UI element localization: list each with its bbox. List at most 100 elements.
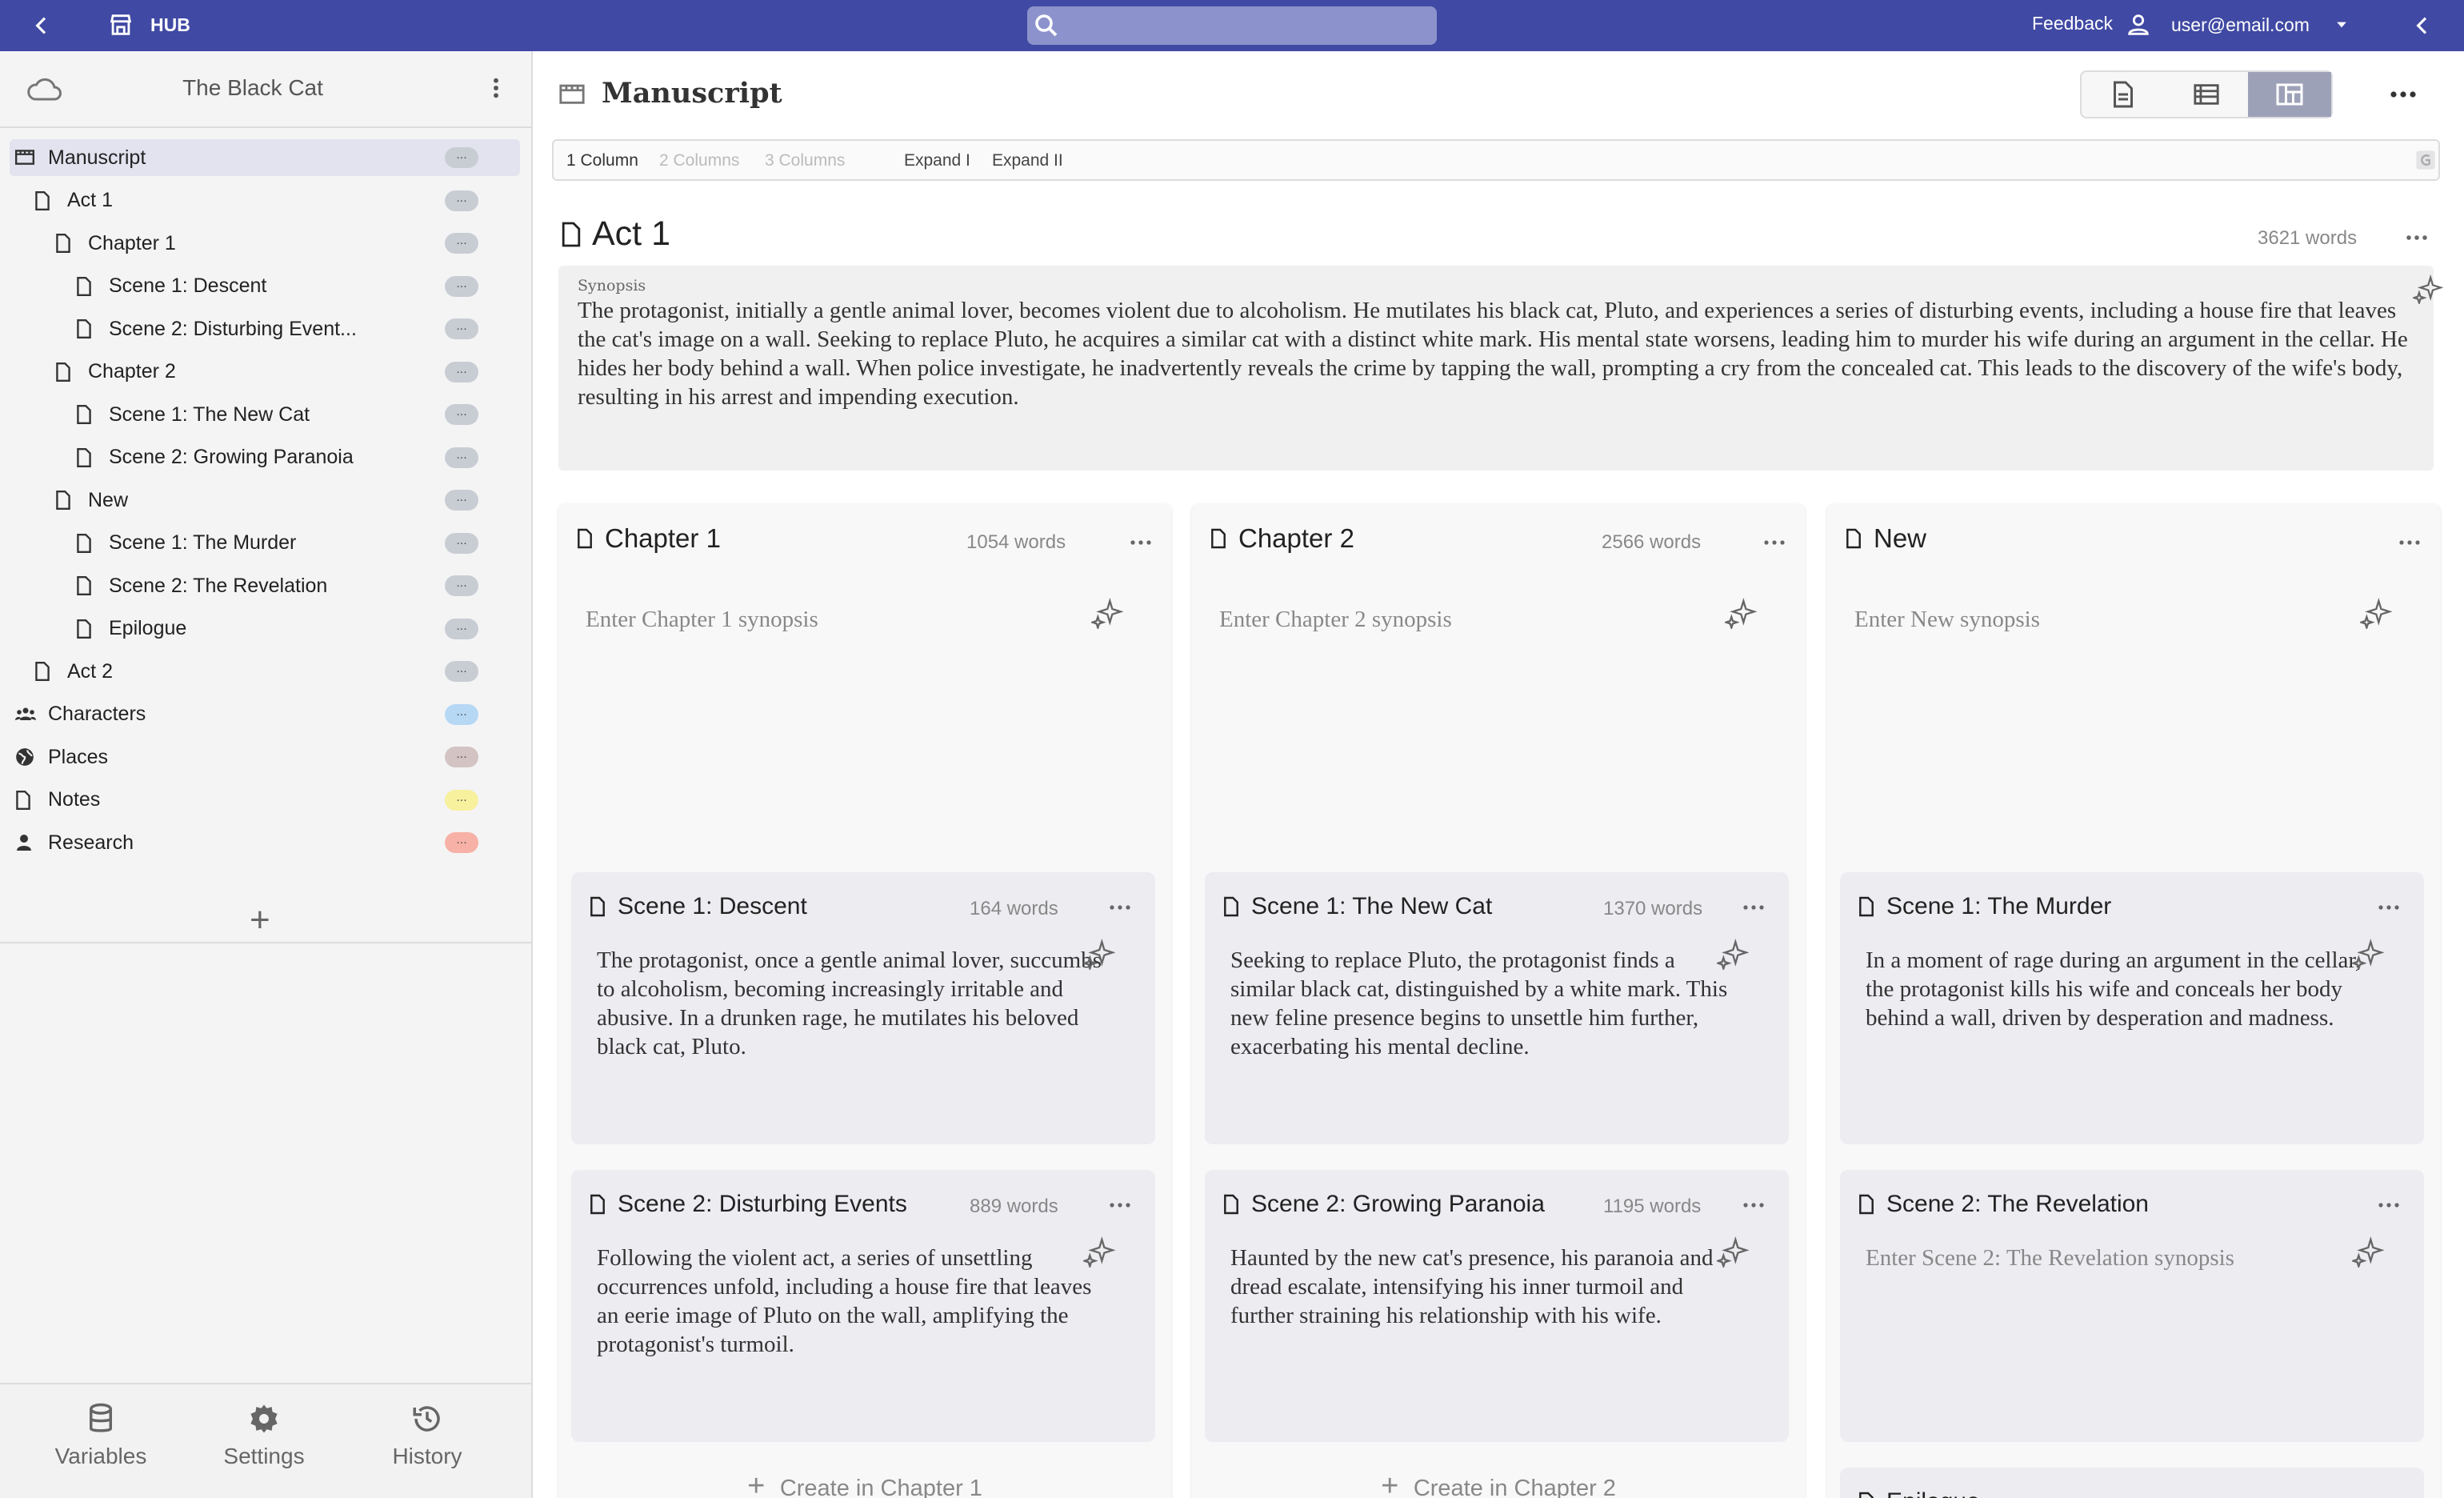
create-scene-button[interactable]: + Create in Chapter 1 bbox=[558, 1469, 1171, 1498]
expand-one-option[interactable]: Expand I bbox=[904, 151, 970, 170]
three-columns-option[interactable]: 3 Columns bbox=[765, 151, 845, 170]
project-menu-icon[interactable] bbox=[483, 75, 509, 101]
board-view-button[interactable] bbox=[2248, 72, 2331, 117]
scene-card-title[interactable]: Scene 1: The New Cat bbox=[1222, 893, 1492, 920]
ai-sparkle-icon[interactable] bbox=[1717, 1236, 1749, 1268]
act-synopsis[interactable]: Synopsis The protagonist, initially a ge… bbox=[558, 266, 2443, 471]
sidebar-item[interactable]: Scene 1: The New Cat bbox=[75, 396, 315, 433]
history-button[interactable]: History bbox=[355, 1402, 499, 1469]
ai-sparkle-icon[interactable] bbox=[1091, 597, 1123, 629]
status-pill[interactable]: ... bbox=[445, 147, 478, 168]
status-pill[interactable]: ... bbox=[445, 318, 478, 339]
scene-card-title[interactable]: Scene 2: The Revelation bbox=[1858, 1191, 2149, 1218]
settings-button[interactable]: Settings bbox=[192, 1402, 336, 1469]
feedback-link[interactable]: Feedback bbox=[2032, 13, 2113, 34]
sidebar-item[interactable]: Manuscript bbox=[10, 139, 520, 176]
scene-synopsis[interactable]: Seeking to replace Pluto, the protagonis… bbox=[1230, 946, 1742, 1061]
collapse-panel-icon[interactable] bbox=[2410, 13, 2435, 38]
sidebar-item[interactable]: Characters bbox=[14, 696, 254, 733]
ai-sparkle-icon[interactable] bbox=[2352, 938, 2384, 970]
column-menu-icon[interactable] bbox=[1130, 539, 1152, 546]
status-pill[interactable]: ... bbox=[445, 190, 478, 211]
sidebar-item[interactable]: New bbox=[54, 482, 294, 519]
sidebar-item[interactable]: Chapter 2 bbox=[54, 354, 294, 391]
status-pill[interactable]: ... bbox=[445, 832, 478, 853]
scene-synopsis[interactable]: Haunted by the new cat's presence, his p… bbox=[1230, 1244, 1742, 1330]
sidebar-item[interactable]: Scene 1: The Murder bbox=[75, 525, 315, 562]
scene-card[interactable]: Scene 1: The New Cat 1370 words Seeking to… bbox=[1205, 872, 1789, 1144]
scene-card[interactable]: Scene 1: The Murder In a moment of rage d… bbox=[1840, 872, 2424, 1144]
search-input[interactable] bbox=[1027, 6, 1437, 45]
ai-sparkle-icon[interactable] bbox=[1725, 597, 1757, 629]
user-menu[interactable]: user@email.com bbox=[2125, 11, 2350, 38]
ai-sparkle-icon[interactable] bbox=[1717, 938, 1749, 970]
more-options-icon[interactable] bbox=[2389, 83, 2418, 106]
column-title[interactable]: Chapter 1 bbox=[576, 523, 721, 554]
document-view-button[interactable] bbox=[2082, 72, 2165, 117]
sidebar-item[interactable]: Notes bbox=[14, 782, 254, 819]
status-pill[interactable]: ... bbox=[445, 447, 478, 468]
one-column-option[interactable]: 1 Column bbox=[566, 151, 638, 170]
back-icon[interactable] bbox=[29, 13, 54, 38]
ai-sparkle-icon[interactable] bbox=[2360, 597, 2392, 629]
act-menu-icon[interactable] bbox=[2405, 229, 2429, 246]
sidebar-item[interactable]: Scene 2: Growing Paranoia bbox=[75, 439, 354, 476]
scene-card-title[interactable]: Scene 1: Descent bbox=[589, 893, 807, 920]
status-pill[interactable]: ... bbox=[445, 361, 478, 383]
variables-button[interactable]: Variables bbox=[29, 1402, 173, 1469]
scene-card-title[interactable]: Scene 2: Disturbing Events bbox=[589, 1191, 907, 1218]
scene-menu-icon[interactable] bbox=[1109, 904, 1131, 911]
scene-synopsis[interactable]: The protagonist, once a gentle animal lo… bbox=[597, 946, 1109, 1061]
ai-sparkle-icon[interactable] bbox=[1083, 938, 1115, 970]
two-columns-option[interactable]: 2 Columns bbox=[659, 151, 739, 170]
column-title[interactable]: Chapter 2 bbox=[1210, 523, 1354, 554]
sidebar-item[interactable]: Scene 2: Disturbing Event... bbox=[75, 310, 357, 347]
status-pill[interactable]: ... bbox=[445, 618, 478, 639]
status-pill[interactable]: ... bbox=[445, 703, 478, 725]
scene-synopsis[interactable]: Enter Scene 2: The Revelation synopsis bbox=[1866, 1244, 2378, 1272]
scene-synopsis[interactable]: In a moment of rage during an argument i… bbox=[1866, 946, 2378, 1032]
scene-menu-icon[interactable] bbox=[2378, 1202, 2400, 1208]
status-pill[interactable]: ... bbox=[445, 404, 478, 425]
hub-button[interactable]: HUB bbox=[107, 11, 190, 38]
scene-card[interactable]: Scene 1: Descent 164 words The protagonist… bbox=[571, 872, 1155, 1144]
scene-card[interactable]: Scene 2: The Revelation Enter Scene 2: Th… bbox=[1840, 1170, 2424, 1442]
grammar-icon[interactable] bbox=[2414, 149, 2437, 171]
column-synopsis-input[interactable]: Enter Chapter 1 synopsis bbox=[586, 607, 818, 633]
create-scene-button[interactable]: + Create in Chapter 2 bbox=[1192, 1469, 1805, 1498]
status-pill[interactable]: ... bbox=[445, 233, 478, 254]
status-pill[interactable]: ... bbox=[445, 747, 478, 767]
sidebar-item[interactable]: Epilogue bbox=[75, 611, 315, 647]
status-pill[interactable]: ... bbox=[445, 789, 478, 811]
scene-card-title[interactable]: Epilogue bbox=[1858, 1488, 1980, 1498]
sidebar-item[interactable]: Chapter 1 bbox=[54, 225, 294, 262]
list-view-button[interactable] bbox=[2165, 72, 2248, 117]
sidebar-item[interactable]: Act 2 bbox=[34, 653, 274, 690]
scene-card-title[interactable]: Scene 2: Growing Paranoia bbox=[1222, 1191, 1545, 1218]
sidebar-item[interactable]: Research bbox=[14, 824, 254, 861]
ai-sparkle-icon[interactable] bbox=[1083, 1236, 1115, 1268]
column-synopsis-input[interactable]: Enter New synopsis bbox=[1854, 607, 2040, 633]
scene-menu-icon[interactable] bbox=[2378, 904, 2400, 911]
sidebar-item[interactable]: Act 1 bbox=[34, 182, 274, 219]
act-title[interactable]: Act 1 bbox=[592, 214, 670, 254]
sidebar-item[interactable]: Places bbox=[14, 739, 254, 775]
scene-card[interactable]: Epilogue bbox=[1840, 1468, 2424, 1498]
ai-sparkle-icon[interactable] bbox=[2413, 274, 2443, 304]
status-pill[interactable]: ... bbox=[445, 661, 478, 682]
column-title[interactable]: New bbox=[1845, 523, 1926, 554]
ai-sparkle-icon[interactable] bbox=[2352, 1236, 2384, 1268]
column-menu-icon[interactable] bbox=[1763, 539, 1786, 546]
scene-menu-icon[interactable] bbox=[1742, 904, 1765, 911]
sidebar-item[interactable]: Scene 2: The Revelation bbox=[75, 567, 327, 604]
expand-two-option[interactable]: Expand II bbox=[992, 151, 1063, 170]
scene-card-title[interactable]: Scene 1: The Murder bbox=[1858, 893, 2111, 920]
status-pill[interactable]: ... bbox=[445, 490, 478, 511]
status-pill[interactable]: ... bbox=[445, 575, 478, 596]
scene-menu-icon[interactable] bbox=[1742, 1202, 1765, 1208]
sidebar-item[interactable]: Scene 1: Descent bbox=[75, 268, 315, 305]
add-item-button[interactable]: + bbox=[250, 903, 270, 938]
status-pill[interactable]: ... bbox=[445, 275, 478, 297]
scene-menu-icon[interactable] bbox=[1109, 1202, 1131, 1208]
status-pill[interactable]: ... bbox=[445, 532, 478, 554]
